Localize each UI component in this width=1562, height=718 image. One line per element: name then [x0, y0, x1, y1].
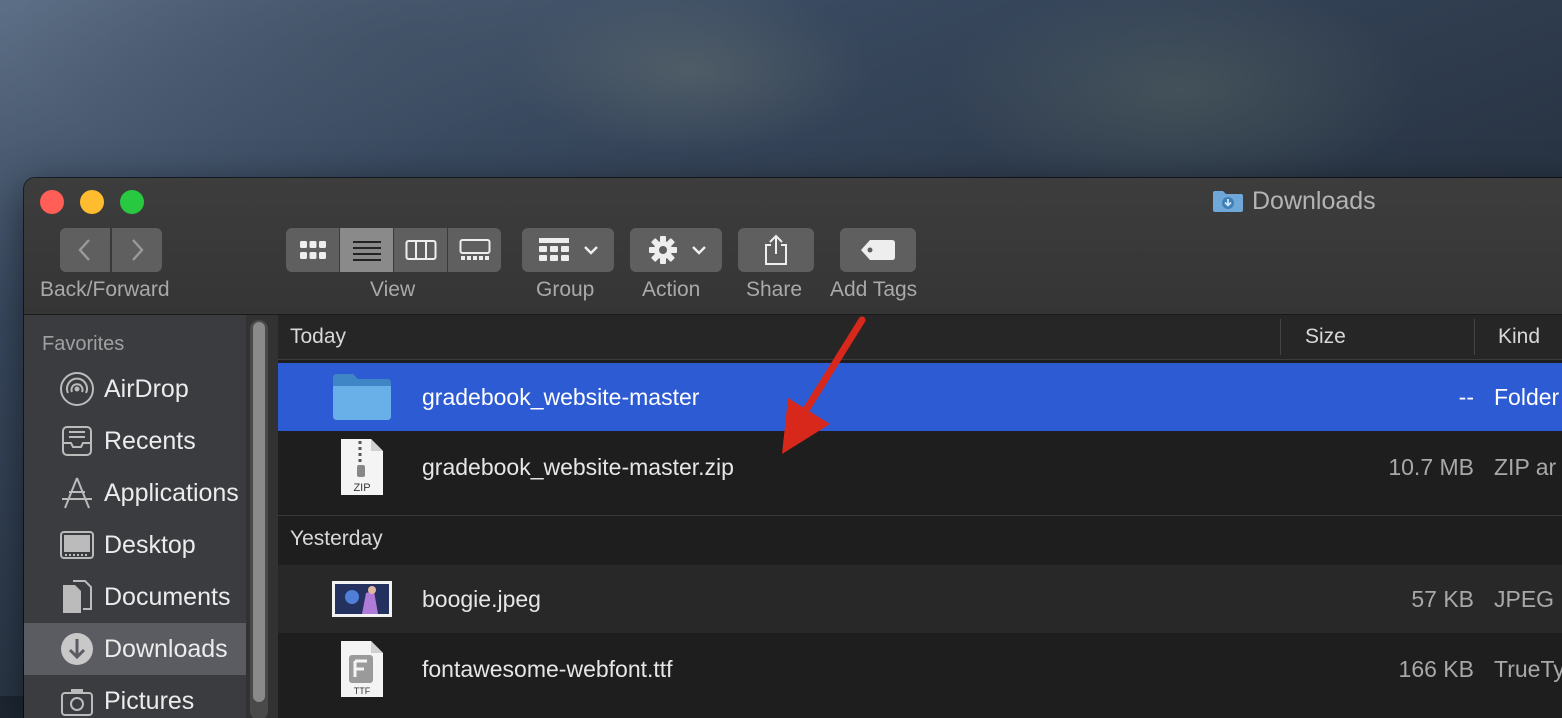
icon-grid-icon: [299, 241, 326, 259]
file-name: fontawesome-webfont.ttf: [422, 655, 673, 682]
icon-view-button[interactable]: [286, 228, 340, 272]
window-title: Downloads: [1212, 186, 1376, 216]
ttf-label: TTF: [354, 686, 371, 696]
share-icon: [765, 234, 787, 265]
list-view-button[interactable]: [340, 228, 394, 272]
view-segmented-control[interactable]: [286, 228, 501, 272]
downloads-folder-icon: [1213, 191, 1243, 212]
sidebar-item-applications[interactable]: Applications: [24, 467, 246, 519]
file-name: gradebook_website-master: [422, 383, 700, 410]
gear-icon: [649, 236, 677, 264]
file-kind: ZIP ar: [1494, 453, 1557, 480]
back-button[interactable]: [60, 228, 110, 272]
chevron-right-icon: [132, 239, 144, 261]
minimize-button[interactable]: [80, 190, 104, 214]
group-button[interactable]: [522, 228, 614, 272]
font-file-icon: TTF: [330, 639, 394, 699]
file-kind: Folder: [1494, 383, 1560, 410]
file-kind: JPEG: [1494, 585, 1555, 612]
toolbar: Downloads Back/Forward View Group Action…: [24, 178, 1562, 315]
column-header: Today Size Kind: [278, 315, 1562, 360]
tag-icon: [861, 240, 895, 260]
maximize-button[interactable]: [120, 190, 144, 214]
file-size: 10.7 MB: [1388, 453, 1474, 480]
finder-window: Downloads Back/Forward View Group Action…: [24, 178, 1562, 718]
column-divider[interactable]: [1474, 319, 1475, 355]
image-thumbnail-icon: [330, 569, 394, 629]
chevron-down-icon: [692, 246, 706, 255]
view-label: View: [370, 278, 416, 301]
scrollbar-thumb[interactable]: [253, 322, 265, 702]
sidebar-item-label: Desktop: [104, 530, 196, 559]
file-row[interactable]: gradebook_website-master -- Folder: [278, 363, 1562, 431]
sidebar-item-label: AirDrop: [104, 374, 189, 403]
group-icon: [539, 238, 569, 261]
recents-icon: [58, 422, 96, 460]
sidebar-heading: Favorites: [42, 333, 125, 355]
sidebar-item-desktop[interactable]: Desktop: [24, 519, 246, 571]
file-name: gradebook_website-master.zip: [422, 453, 734, 480]
column-header-size[interactable]: Size: [1305, 325, 1346, 349]
sidebar-item-label: Applications: [104, 478, 239, 507]
columns-icon: [405, 240, 436, 260]
folder-icon: [330, 367, 394, 427]
applications-icon: [58, 474, 96, 512]
file-kind: TrueTy: [1494, 655, 1562, 682]
action-label: Action: [642, 278, 701, 301]
documents-icon: [58, 578, 96, 616]
file-size: 166 KB: [1398, 655, 1474, 682]
file-row[interactable]: ZIP gradebook_website-master.zip 10.7 MB…: [278, 433, 1562, 501]
chevron-down-icon: [584, 246, 598, 255]
group-label-yesterday: Yesterday: [290, 527, 383, 550]
close-button[interactable]: [40, 190, 64, 214]
file-list: Today Size Kind gradebook_website-master…: [278, 315, 1562, 718]
gallery-view-button[interactable]: [448, 228, 501, 272]
sidebar-item-documents[interactable]: Documents: [24, 571, 246, 623]
sidebar-item-recents[interactable]: Recents: [24, 415, 246, 467]
pictures-icon: [58, 682, 96, 718]
add-tags-label: Add Tags: [830, 278, 918, 301]
sidebar-item-downloads[interactable]: Downloads: [24, 623, 246, 675]
file-name: boogie.jpeg: [422, 585, 541, 612]
add-tags-button[interactable]: [840, 228, 916, 272]
file-size: 57 KB: [1411, 585, 1474, 612]
column-view-button[interactable]: [394, 228, 448, 272]
sidebar-item-pictures[interactable]: Pictures: [24, 675, 246, 718]
sidebar-item-label: Documents: [104, 582, 231, 611]
column-header-name[interactable]: Today: [290, 325, 346, 349]
zip-file-icon: ZIP: [330, 437, 394, 497]
sidebar-item-label: Downloads: [104, 634, 228, 663]
desktop-icon: [58, 526, 96, 564]
sidebar-scrollbar[interactable]: [250, 320, 268, 718]
sidebar-item-airdrop[interactable]: AirDrop: [24, 363, 246, 415]
action-button[interactable]: [630, 228, 722, 272]
sidebar-item-label: Pictures: [104, 686, 195, 715]
zip-label: ZIP: [353, 482, 370, 494]
column-divider[interactable]: [1280, 319, 1281, 355]
share-button[interactable]: [738, 228, 814, 272]
list-icon: [352, 241, 381, 261]
airdrop-icon: [58, 370, 96, 408]
sidebar-item-label: Recents: [104, 426, 196, 455]
forward-button[interactable]: [112, 228, 162, 272]
file-size: --: [1458, 383, 1474, 410]
gallery-icon: [459, 239, 490, 260]
downloads-icon: [58, 630, 96, 668]
chevron-left-icon: [78, 239, 90, 261]
group-label: Group: [536, 278, 595, 301]
window-title-text: Downloads: [1252, 186, 1376, 215]
file-row[interactable]: TTF fontawesome-webfont.ttf 166 KB TrueT…: [278, 635, 1562, 703]
share-label: Share: [746, 278, 803, 301]
group-divider: [278, 515, 1562, 516]
column-header-kind[interactable]: Kind: [1498, 325, 1540, 349]
back-forward-label: Back/Forward: [40, 278, 170, 301]
file-row[interactable]: boogie.jpeg 57 KB JPEG: [278, 565, 1562, 633]
